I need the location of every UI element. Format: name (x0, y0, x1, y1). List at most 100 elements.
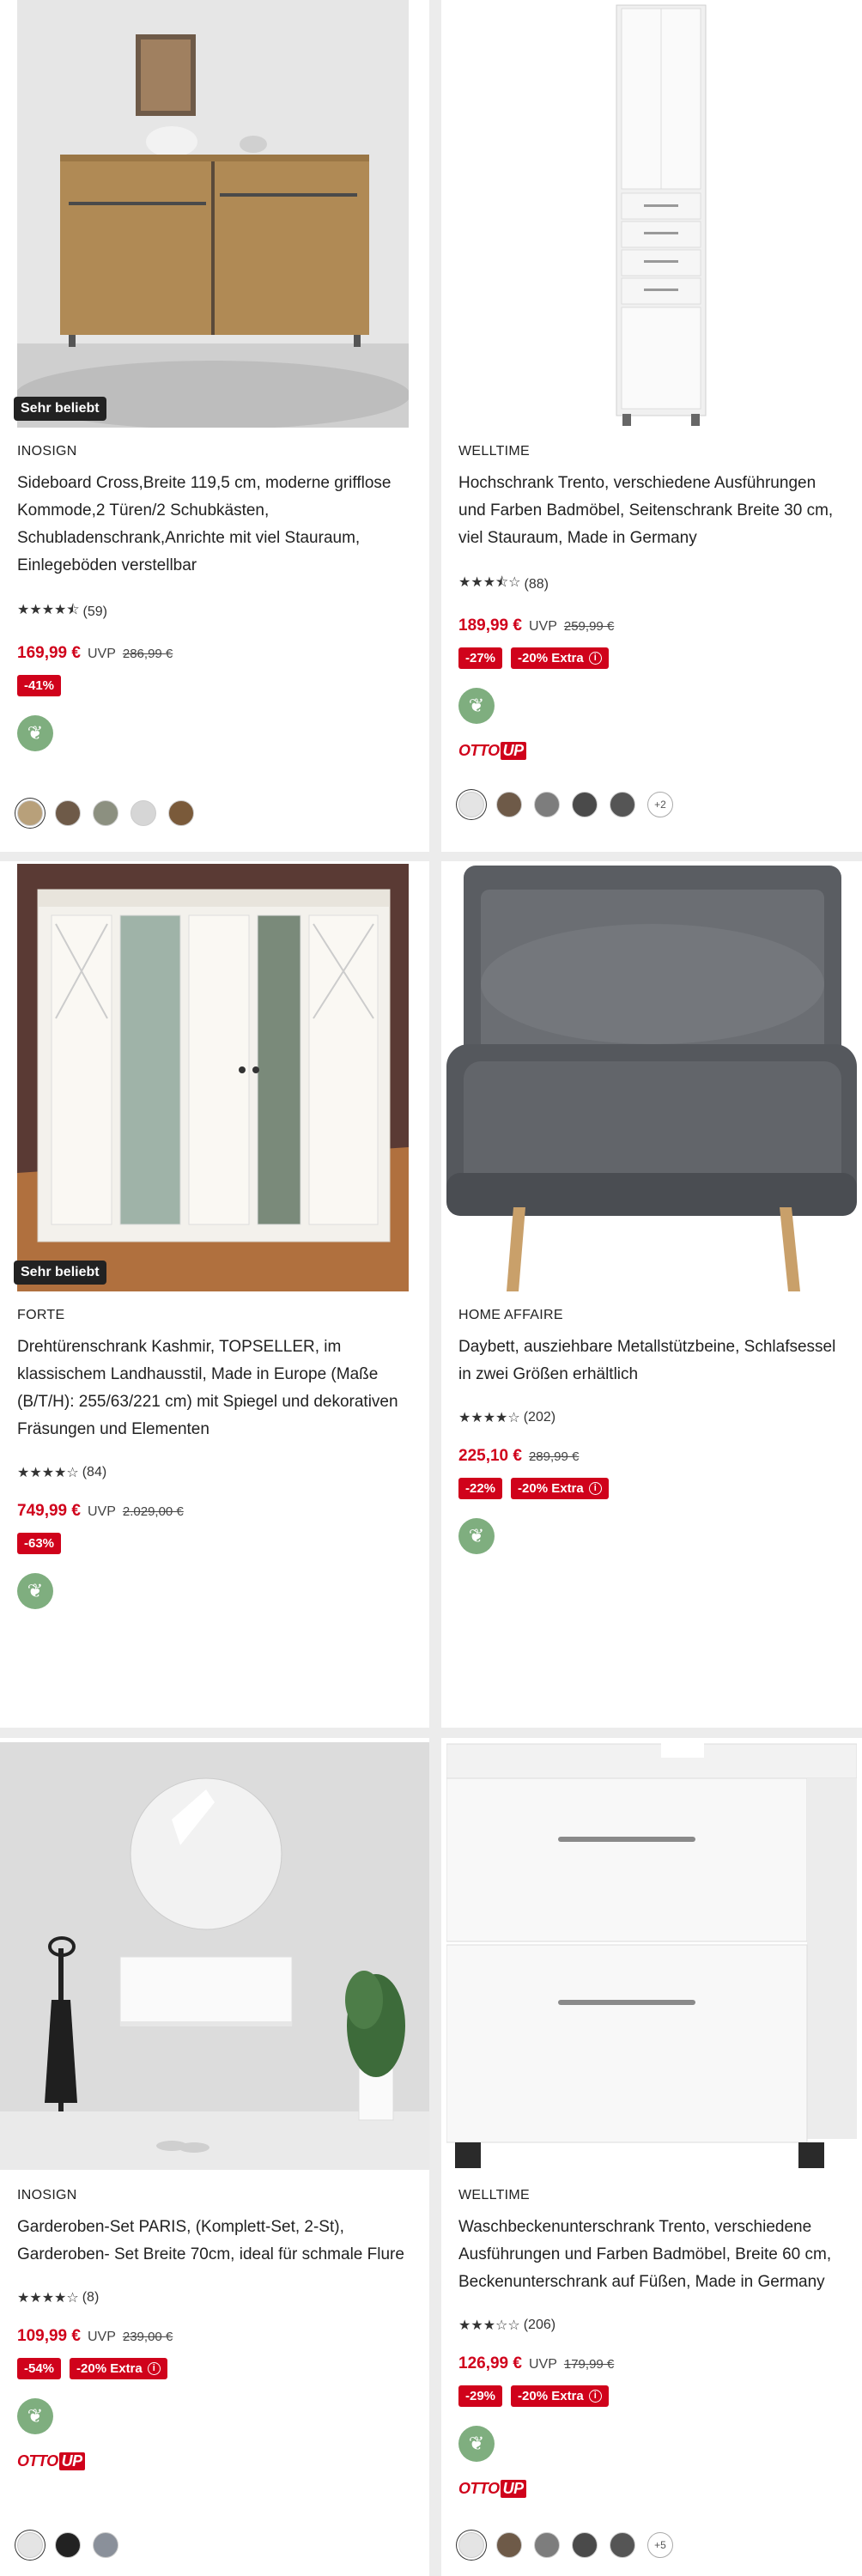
color-swatch[interactable] (458, 792, 484, 817)
discount-tags: -54% -20% Extra i (17, 2358, 414, 2379)
product-card-garderoben-set-paris[interactable]: INOSIGN Garderoben-Set PARIS, (Komplett-… (0, 1738, 429, 2576)
price-row: 189,99 € UVP 259,99 € (458, 617, 847, 635)
wardrobe-image (17, 864, 409, 1291)
brand-name: HOME AFFAIRE (458, 1308, 563, 1322)
sustainability-icon[interactable]: ❦ (17, 1573, 53, 1609)
info-icon[interactable]: i (147, 2362, 161, 2375)
color-swatch[interactable] (17, 2532, 43, 2558)
color-swatch[interactable] (572, 2532, 598, 2558)
otto-up-tag: UP (500, 2479, 526, 2498)
otto-up-logo: OTTO UP (458, 741, 847, 760)
color-swatch[interactable] (534, 2532, 560, 2558)
rating-stars: ★★★★⯪ (17, 603, 80, 617)
rating-stars: ★★★★☆ (17, 1466, 79, 1480)
sustainability-icon[interactable]: ❦ (458, 688, 495, 724)
review-count: (202) (523, 1410, 556, 1425)
uvp-label: UVP (528, 619, 557, 634)
info-icon[interactable]: i (588, 2390, 602, 2403)
current-price: 225,10 € (458, 1447, 522, 1465)
color-swatch[interactable] (572, 792, 598, 817)
old-price: 259,99 € (563, 619, 615, 634)
product-card-kashmir-wardrobe[interactable]: Sehr beliebt FORTE Drehtürenschrank Kash… (0, 861, 429, 1728)
old-price: 179,99 € (563, 2357, 615, 2372)
price-row: 169,99 € UVP 286,99 € (17, 644, 414, 663)
review-count: (84) (82, 1465, 107, 1479)
info-icon[interactable]: i (588, 1482, 602, 1495)
product-card-waschbecken-trento[interactable]: WELLTIME Waschbeckenunterschrank Trento,… (441, 1738, 862, 2576)
discount-tags: -29% -20% Extra i (458, 2385, 847, 2407)
color-swatch[interactable] (496, 792, 522, 817)
sustainability-icon[interactable]: ❦ (458, 2426, 495, 2462)
product-title[interactable]: Hochschrank Trento, verschiedene Ausführ… (458, 470, 847, 552)
product-card-hochschrank-trento[interactable]: WELLTIME Hochschrank Trento, verschieden… (441, 0, 862, 852)
product-image[interactable] (446, 1742, 857, 2170)
review-count: (8) (82, 2290, 100, 2305)
popular-badge: Sehr beliebt (14, 1261, 106, 1285)
sustainability-icon[interactable]: ❦ (17, 2398, 53, 2434)
product-title[interactable]: Garderoben-Set PARIS, (Komplett-Set, 2-S… (17, 2214, 414, 2269)
product-title[interactable]: Waschbeckenunterschrank Trento, verschie… (458, 2214, 847, 2296)
extra-discount-tag[interactable]: -20% Extra i (511, 647, 609, 669)
color-swatch[interactable] (534, 792, 560, 817)
color-swatch[interactable] (131, 800, 156, 826)
current-price: 189,99 € (458, 617, 522, 635)
otto-up-brand: OTTO (458, 2479, 500, 2497)
uvp-label: UVP (87, 1504, 116, 1519)
product-image[interactable] (17, 864, 409, 1291)
product-card-sideboard-cross[interactable]: Sehr beliebt INOSIGN Sideboard Cross,Bre… (0, 0, 429, 852)
color-swatch[interactable] (458, 2532, 484, 2558)
product-card-daybett[interactable]: HOME AFFAIRE Daybett, ausziehbare Metall… (441, 861, 862, 1728)
otto-up-tag: UP (500, 741, 526, 760)
product-image[interactable] (446, 864, 857, 1291)
product-image[interactable] (17, 0, 409, 428)
color-swatch[interactable] (93, 2532, 118, 2558)
price-row: 109,99 € UVP 239,00 € (17, 2327, 414, 2346)
rating: ★★★☆☆ (206) (458, 2317, 847, 2334)
otto-up-brand: OTTO (17, 2451, 58, 2470)
color-swatch[interactable] (610, 792, 635, 817)
product-image[interactable] (446, 0, 857, 428)
more-colors-button[interactable]: +2 (647, 792, 673, 817)
rating: ★★★★☆ (8) (17, 2289, 414, 2306)
color-swatch[interactable] (55, 800, 81, 826)
extra-discount-tag[interactable]: -20% Extra i (70, 2358, 167, 2379)
discount-tag: -29% (458, 2385, 503, 2407)
daybed-image (446, 864, 857, 1291)
price-row: 749,99 € UVP 2.029,00 € (17, 1502, 414, 1521)
color-swatch[interactable] (17, 800, 43, 826)
sustainability-icon[interactable]: ❦ (17, 715, 53, 751)
rating: ★★★★☆ (202) (458, 1409, 847, 1426)
color-swatch[interactable] (55, 2532, 81, 2558)
current-price: 169,99 € (17, 644, 81, 662)
extra-discount-label: -20% Extra (76, 2361, 143, 2376)
color-swatch[interactable] (496, 2532, 522, 2558)
more-colors-button[interactable]: +5 (647, 2532, 673, 2558)
sustainability-icon[interactable]: ❦ (458, 1518, 495, 1554)
extra-discount-tag[interactable]: -20% Extra i (511, 2385, 609, 2407)
product-info: INOSIGN Sideboard Cross,Breite 119,5 cm,… (17, 444, 414, 751)
brand-name: WELLTIME (458, 2188, 531, 2202)
extra-discount-label: -20% Extra (518, 2389, 584, 2403)
color-swatch[interactable] (93, 800, 118, 826)
discount-tag: -22% (458, 1478, 503, 1499)
info-icon[interactable]: i (588, 652, 602, 665)
extra-discount-tag[interactable]: -20% Extra i (511, 1478, 609, 1499)
vanity-cabinet-image (446, 1742, 857, 2170)
color-swatch[interactable] (610, 2532, 635, 2558)
review-count: (206) (523, 2318, 556, 2332)
current-price: 749,99 € (17, 1502, 81, 1520)
product-title[interactable]: Sideboard Cross,Breite 119,5 cm, moderne… (17, 470, 414, 580)
sideboard-image (17, 0, 409, 428)
old-price: 286,99 € (122, 647, 173, 661)
color-swatch[interactable] (168, 800, 194, 826)
rating-stars: ★★★☆☆ (458, 2318, 520, 2333)
product-image[interactable] (0, 1742, 429, 2170)
product-title[interactable]: Drehtürenschrank Kashmir, TOPSELLER, im … (17, 1334, 414, 1443)
brand-name: WELLTIME (458, 444, 531, 459)
discount-tags: -27% -20% Extra i (458, 647, 847, 669)
current-price: 109,99 € (17, 2327, 81, 2345)
old-price: 2.029,00 € (122, 1504, 184, 1519)
rating: ★★★★☆ (84) (17, 1464, 414, 1481)
product-grid: Sehr beliebt INOSIGN Sideboard Cross,Bre… (0, 0, 862, 2576)
product-title[interactable]: Daybett, ausziehbare Metallstützbeine, S… (458, 1334, 847, 1388)
